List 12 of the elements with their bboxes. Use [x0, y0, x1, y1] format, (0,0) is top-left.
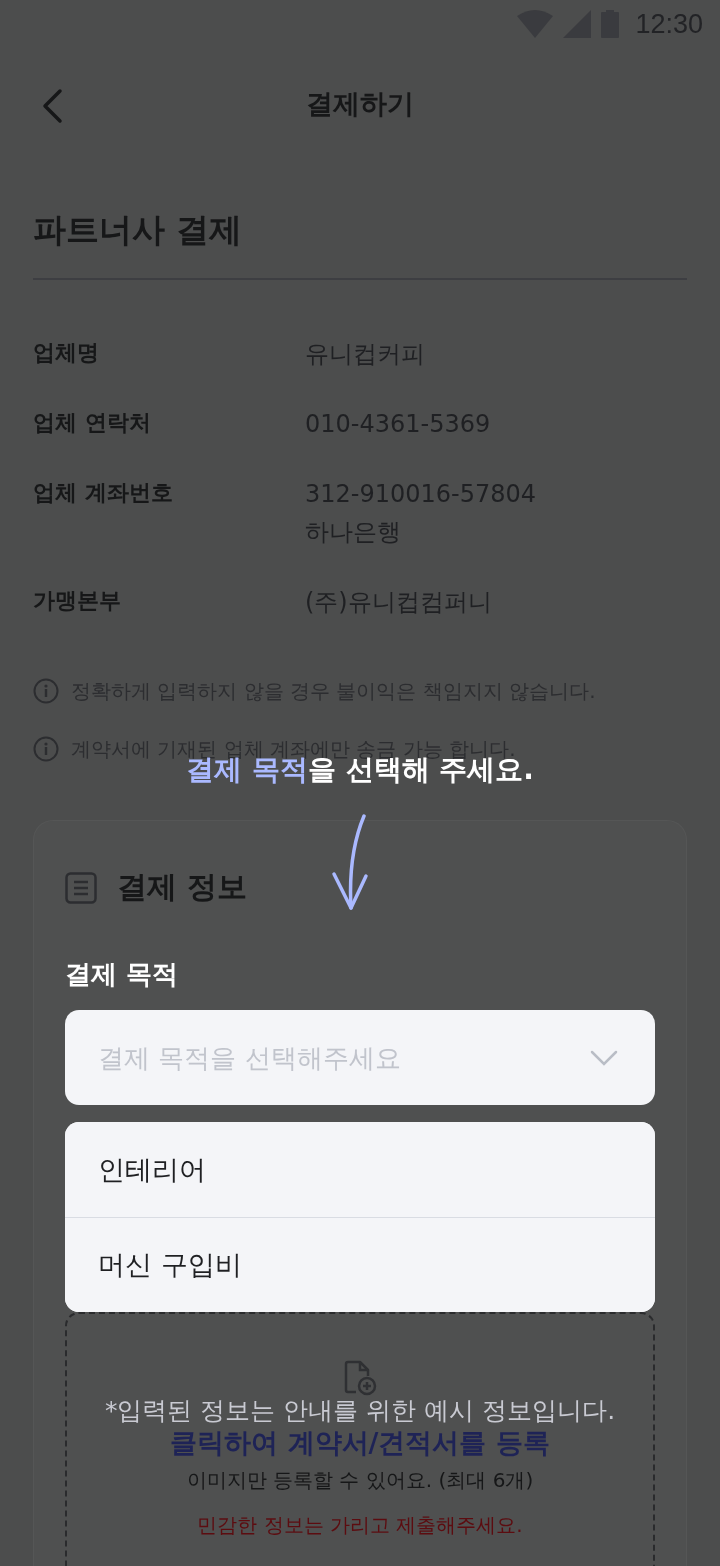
- upload-warning: 민감한 정보는 가리고 제출해주세요.: [197, 1513, 523, 1537]
- back-icon: [40, 88, 64, 124]
- info-icon: [33, 736, 59, 762]
- card-title: 결제 정보: [117, 868, 248, 906]
- chevron-down-icon: [590, 1050, 618, 1066]
- info-icon: [33, 678, 59, 704]
- example-footnote: *입력된 정보는 안내를 위한 예시 정보입니다.: [104, 1398, 616, 1423]
- document-icon: [65, 871, 97, 904]
- upload-hint: 이미지만 등록할 수 있어요. (최대 6개): [186, 1468, 534, 1492]
- field-label: 결제 목적: [65, 958, 180, 991]
- dropdown-option[interactable]: 머신 구입비: [65, 1217, 655, 1312]
- file-add-icon: [342, 1360, 378, 1396]
